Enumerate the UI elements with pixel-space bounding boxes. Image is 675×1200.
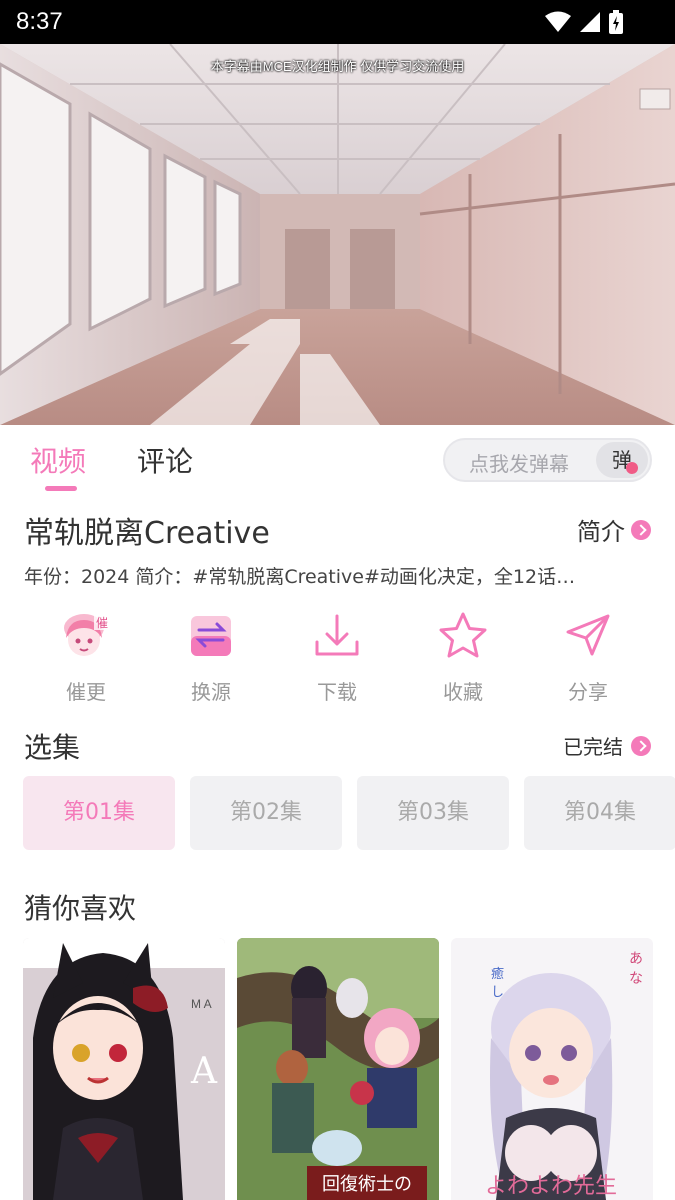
wifi-icon: [545, 11, 571, 32]
status-bar: 8:37: [0, 0, 675, 44]
svg-text:M A: M A: [191, 997, 212, 1011]
tab-indicator: [45, 486, 77, 491]
recommendations-title: 猜你喜欢: [24, 892, 137, 925]
svg-text:あ: あ: [629, 951, 643, 967]
recommendation-card[interactable]: 回復術士の: [237, 938, 439, 1200]
mascot-icon: 催: [64, 614, 110, 656]
battery-icon: [609, 10, 623, 34]
urge-update-button[interactable]: 催 催更: [31, 608, 141, 705]
download-label: 下载: [317, 680, 357, 704]
star-icon: [439, 612, 487, 658]
recommendation-list: M A A 回復術士の あ な 癒 し よわよわ先生: [23, 938, 653, 1200]
recommendation-poster: 回復術士の: [237, 938, 439, 1200]
chevron-right-icon: [631, 735, 651, 756]
episode-list: 第01集 第02集 第03集 第04集: [23, 776, 675, 852]
switch-source-icon: [191, 616, 231, 656]
danmaku-input[interactable]: 点我发弹幕 弹: [443, 438, 652, 482]
share-label: 分享: [568, 680, 608, 704]
danmaku-check-icon: [626, 462, 638, 474]
recommendation-card[interactable]: M A A: [23, 938, 225, 1200]
action-row: 催 催更 换源 下载 收藏 分享: [0, 608, 675, 708]
svg-text:よわよわ先生: よわよわ先生: [485, 1174, 617, 1199]
anime-meta: 年份：2024 简介：#常轨脱离Creative#动画化决定，全12话…: [24, 566, 576, 588]
svg-text:回復術士の: 回復術士の: [322, 1174, 412, 1195]
chevron-right-icon: [631, 519, 651, 540]
episodes-status: 已完结: [563, 735, 623, 759]
danmaku-toggle-button[interactable]: 弹: [596, 442, 648, 478]
danmaku-placeholder: 点我发弹幕: [469, 452, 569, 476]
svg-text:A: A: [190, 1051, 218, 1092]
switch-source-button[interactable]: 换源: [156, 608, 266, 705]
status-time: 8:37: [16, 8, 63, 35]
tab-comments[interactable]: 评论: [137, 440, 193, 480]
download-button[interactable]: 下载: [282, 608, 392, 705]
episode-button-01[interactable]: 第01集: [23, 776, 175, 850]
intro-link-label: 简介: [577, 518, 625, 546]
share-button[interactable]: 分享: [533, 608, 643, 705]
svg-text:な: な: [629, 971, 643, 987]
switch-source-label: 换源: [191, 680, 231, 704]
favorite-label: 收藏: [443, 680, 483, 704]
download-icon: [315, 614, 359, 656]
favorite-button[interactable]: 收藏: [408, 608, 518, 705]
video-subtitle: 本字幕由MCE汉化组制作 仅供学习交流使用: [210, 59, 465, 74]
episode-button-04[interactable]: 第04集: [524, 776, 675, 850]
status-icons: [545, 10, 623, 34]
anime-title: 常轨脱离Creative: [24, 516, 270, 551]
episode-button-03[interactable]: 第03集: [357, 776, 509, 850]
svg-text:癒: 癒: [491, 966, 504, 982]
intro-link[interactable]: 简介: [577, 512, 651, 547]
episodes-status-link[interactable]: 已完结: [563, 731, 651, 760]
episodes-title: 选集: [24, 731, 81, 764]
svg-text:催: 催: [96, 616, 108, 630]
recommendation-poster: あ な 癒 し よわよわ先生: [451, 938, 653, 1200]
svg-text:し: し: [491, 985, 504, 1000]
video-player[interactable]: 本字幕由MCE汉化组制作 仅供学习交流使用: [0, 44, 675, 425]
share-icon: [566, 614, 610, 656]
urge-update-label: 催更: [66, 680, 106, 704]
recommendation-card[interactable]: あ な 癒 し よわよわ先生: [451, 938, 653, 1200]
episode-button-02[interactable]: 第02集: [190, 776, 342, 850]
recommendation-poster: M A A: [23, 938, 225, 1200]
video-frame: [0, 44, 675, 425]
tab-video[interactable]: 视频: [30, 440, 86, 480]
signal-icon: [580, 12, 600, 32]
